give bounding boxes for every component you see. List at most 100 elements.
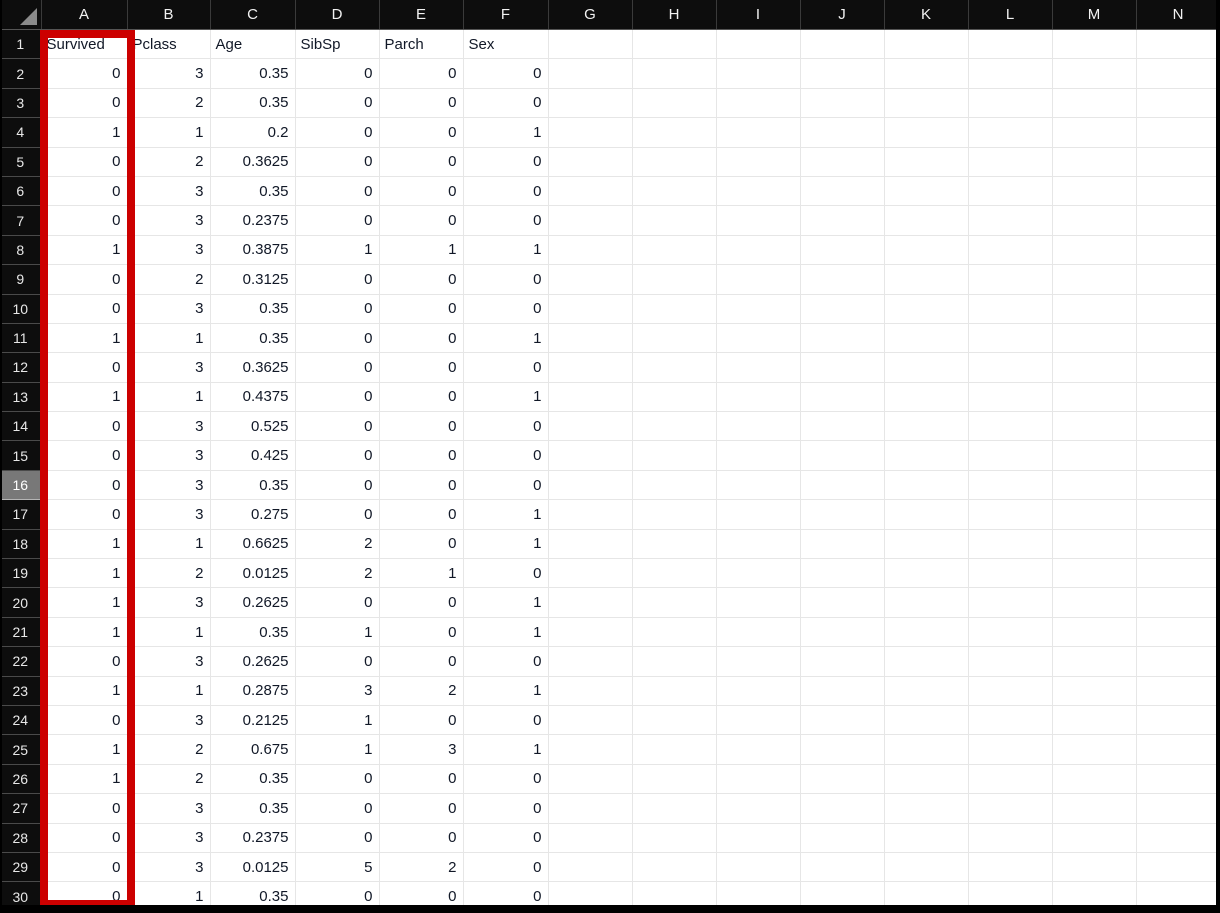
- cell-E25[interactable]: 3: [379, 734, 464, 765]
- cell-I28[interactable]: [716, 823, 801, 853]
- cell-A6[interactable]: 0: [41, 176, 128, 207]
- cell-F24[interactable]: 0: [463, 705, 549, 736]
- cell-H18[interactable]: [632, 529, 717, 560]
- cell-A7[interactable]: 0: [41, 205, 128, 236]
- cell-I8[interactable]: [716, 235, 801, 266]
- cell-M16[interactable]: [1052, 470, 1137, 501]
- cell-G26[interactable]: [548, 764, 633, 795]
- cell-A24[interactable]: 0: [41, 705, 128, 736]
- cell-J22[interactable]: [800, 646, 885, 677]
- row-header-13[interactable]: 13: [0, 382, 42, 413]
- cell-F21[interactable]: 1: [463, 617, 549, 648]
- cell-G19[interactable]: [548, 558, 633, 589]
- cell-K19[interactable]: [884, 558, 969, 589]
- cell-J2[interactable]: [800, 58, 885, 89]
- cell-D5[interactable]: 0: [295, 147, 380, 177]
- cell-M19[interactable]: [1052, 558, 1137, 589]
- cell-B17[interactable]: 3: [127, 499, 211, 530]
- cell-L6[interactable]: [968, 176, 1053, 207]
- cell-D13[interactable]: 0: [295, 382, 380, 413]
- cell-B19[interactable]: 2: [127, 558, 211, 589]
- cell-C9[interactable]: 0.3125: [210, 264, 296, 295]
- cell-H4[interactable]: [632, 117, 717, 148]
- cell-C11[interactable]: 0.35: [210, 323, 296, 354]
- cell-F3[interactable]: 0: [463, 88, 549, 119]
- row-header-29[interactable]: 29: [0, 852, 42, 883]
- cell-I6[interactable]: [716, 176, 801, 207]
- cell-N8[interactable]: [1136, 235, 1220, 266]
- cell-J10[interactable]: [800, 294, 885, 324]
- cell-K25[interactable]: [884, 734, 969, 765]
- cell-K22[interactable]: [884, 646, 969, 677]
- cell-D10[interactable]: 0: [295, 294, 380, 324]
- cell-G11[interactable]: [548, 323, 633, 354]
- cell-M13[interactable]: [1052, 382, 1137, 413]
- cell-H25[interactable]: [632, 734, 717, 765]
- cell-N18[interactable]: [1136, 529, 1220, 560]
- cell-L4[interactable]: [968, 117, 1053, 148]
- cell-G4[interactable]: [548, 117, 633, 148]
- cell-D19[interactable]: 2: [295, 558, 380, 589]
- cell-C20[interactable]: 0.2625: [210, 587, 296, 618]
- cell-J9[interactable]: [800, 264, 885, 295]
- cell-E3[interactable]: 0: [379, 88, 464, 119]
- cell-D17[interactable]: 0: [295, 499, 380, 530]
- cell-B25[interactable]: 2: [127, 734, 211, 765]
- cell-C24[interactable]: 0.2125: [210, 705, 296, 736]
- cell-G27[interactable]: [548, 793, 633, 824]
- cell-I16[interactable]: [716, 470, 801, 501]
- column-header-a[interactable]: A: [41, 0, 128, 30]
- cell-J27[interactable]: [800, 793, 885, 824]
- cell-D26[interactable]: 0: [295, 764, 380, 795]
- cell-L11[interactable]: [968, 323, 1053, 354]
- cell-D24[interactable]: 1: [295, 705, 380, 736]
- cell-A18[interactable]: 1: [41, 529, 128, 560]
- cell-D21[interactable]: 1: [295, 617, 380, 648]
- cell-H5[interactable]: [632, 147, 717, 177]
- cell-J26[interactable]: [800, 764, 885, 795]
- row-header-7[interactable]: 7: [0, 205, 42, 236]
- cell-H6[interactable]: [632, 176, 717, 207]
- cell-C10[interactable]: 0.35: [210, 294, 296, 324]
- cell-K5[interactable]: [884, 147, 969, 177]
- cell-A13[interactable]: 1: [41, 382, 128, 413]
- cell-L1[interactable]: [968, 29, 1053, 60]
- cell-B26[interactable]: 2: [127, 764, 211, 795]
- cell-I2[interactable]: [716, 58, 801, 89]
- cell-K13[interactable]: [884, 382, 969, 413]
- cell-I21[interactable]: [716, 617, 801, 648]
- cell-N13[interactable]: [1136, 382, 1220, 413]
- cell-J6[interactable]: [800, 176, 885, 207]
- cell-B5[interactable]: 2: [127, 147, 211, 177]
- cell-J3[interactable]: [800, 88, 885, 119]
- cell-N24[interactable]: [1136, 705, 1220, 736]
- cell-L14[interactable]: [968, 411, 1053, 442]
- cell-J1[interactable]: [800, 29, 885, 60]
- cell-G20[interactable]: [548, 587, 633, 618]
- cell-F27[interactable]: 0: [463, 793, 549, 824]
- cell-I20[interactable]: [716, 587, 801, 618]
- row-header-9[interactable]: 9: [0, 264, 42, 295]
- cell-C2[interactable]: 0.35: [210, 58, 296, 89]
- cell-G23[interactable]: [548, 676, 633, 706]
- cell-J21[interactable]: [800, 617, 885, 648]
- cell-D18[interactable]: 2: [295, 529, 380, 560]
- cell-K20[interactable]: [884, 587, 969, 618]
- row-header-15[interactable]: 15: [0, 440, 42, 471]
- cell-A3[interactable]: 0: [41, 88, 128, 119]
- cell-G2[interactable]: [548, 58, 633, 89]
- cell-F22[interactable]: 0: [463, 646, 549, 677]
- cell-I18[interactable]: [716, 529, 801, 560]
- cell-G17[interactable]: [548, 499, 633, 530]
- cell-B7[interactable]: 3: [127, 205, 211, 236]
- cell-F10[interactable]: 0: [463, 294, 549, 324]
- cell-E5[interactable]: 0: [379, 147, 464, 177]
- cell-A9[interactable]: 0: [41, 264, 128, 295]
- cell-B28[interactable]: 3: [127, 823, 211, 853]
- column-header-h[interactable]: H: [632, 0, 717, 30]
- cell-I23[interactable]: [716, 676, 801, 706]
- cell-K2[interactable]: [884, 58, 969, 89]
- cell-K1[interactable]: [884, 29, 969, 60]
- cell-C17[interactable]: 0.275: [210, 499, 296, 530]
- cell-C25[interactable]: 0.675: [210, 734, 296, 765]
